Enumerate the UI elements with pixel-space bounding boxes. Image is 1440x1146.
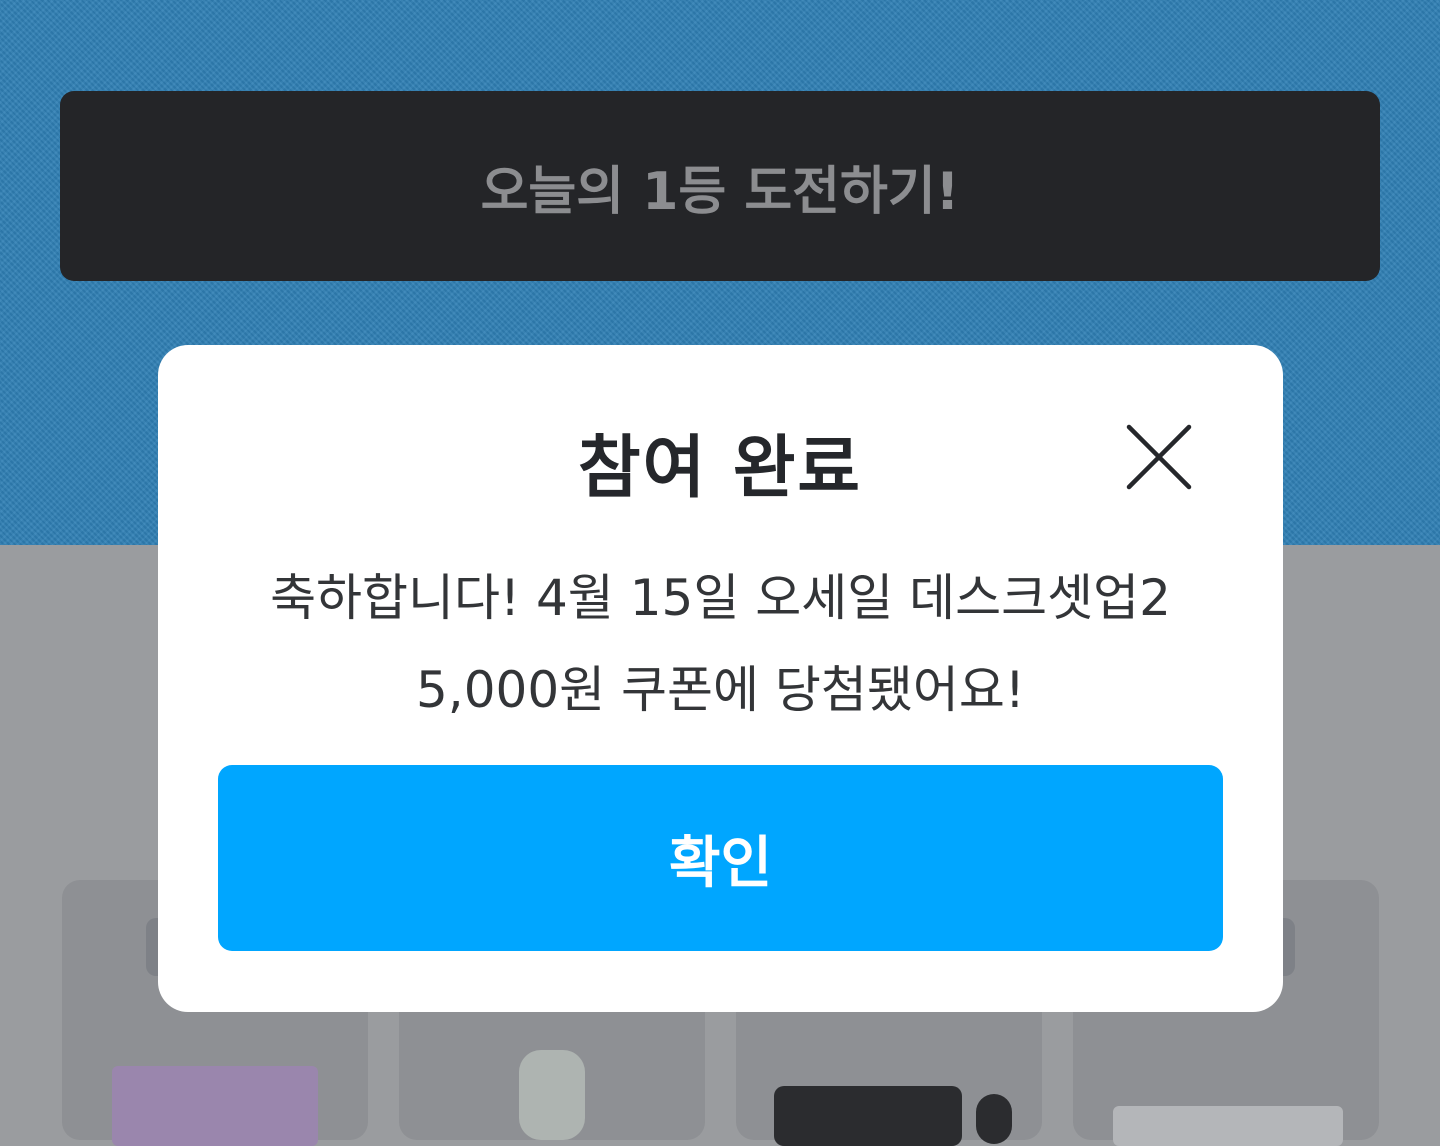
confirm-button[interactable]: 확인 [218,765,1223,951]
modal-message-line1: 축하합니다! 4월 15일 오세일 데스크셋업2 [270,569,1171,627]
modal-title: 참여 완료 [578,429,862,508]
modal-message-line2: 5,000원 쿠폰에 당첨됐어요! [416,661,1025,719]
close-icon[interactable] [1124,422,1194,492]
close-icon [1126,424,1192,490]
confirm-button-label: 확인 [668,830,773,896]
